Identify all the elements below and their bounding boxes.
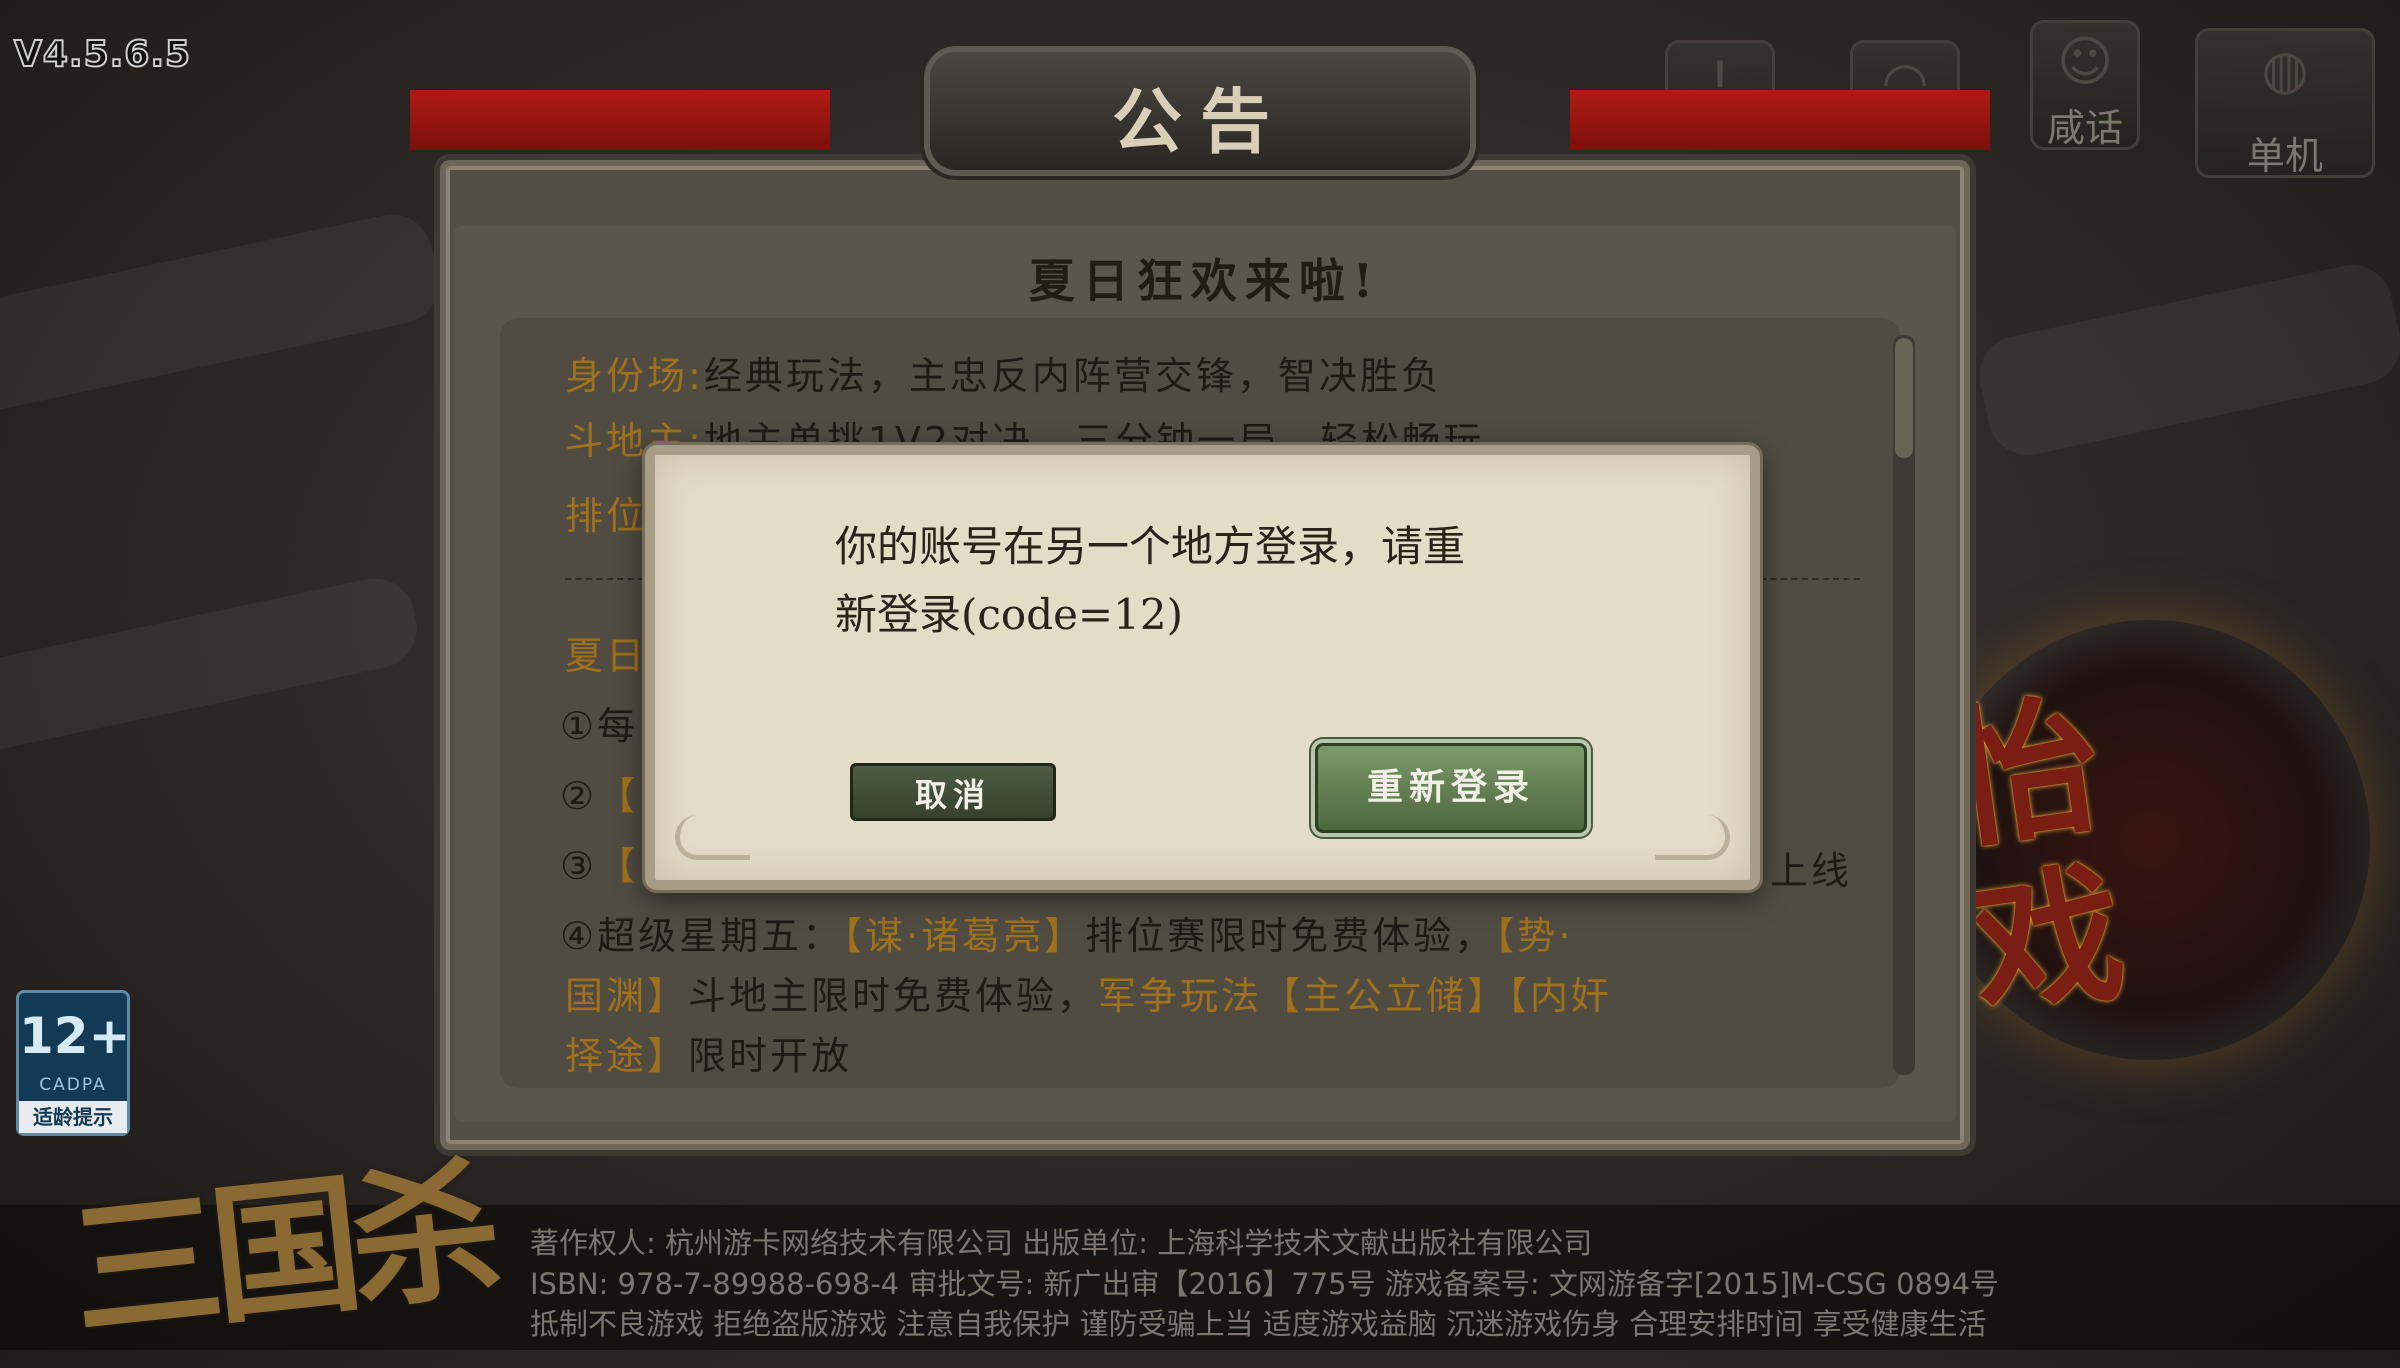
list-item: ④超级星期五：【谋·诸葛亮】排位赛限时免费体验，【势· [560,914,1574,958]
background-streak [0,207,446,423]
chat-label: 咸话 [2046,106,2123,150]
corner-ornament [675,815,750,860]
scrollbar-thumb[interactable] [1895,338,1913,458]
announcement-heading: 夏日狂欢来啦! [1028,254,1382,308]
chat-button[interactable]: ☺ 咸话 [2030,20,2140,150]
age-rating-org: CADPA [39,1075,107,1095]
background-streak [0,571,425,759]
age-rating-tip: 适龄提示 [19,1101,127,1133]
list-item: ①每 [560,704,639,748]
dialog-message: 你的账号在另一个地方登录，请重 新登录(code=12) [835,522,1466,639]
section-label: 夏日 [565,634,648,678]
red-ribbon-right [1570,90,1990,150]
gamepad-icon: ◍ [2261,38,2309,101]
list-item: ③【 [560,844,639,888]
single-player-button[interactable]: ◍ 单机 [2195,28,2375,178]
background-streak [1972,257,2400,463]
single-player-label: 单机 [2246,134,2323,178]
corner-ornament [1655,815,1730,860]
event-emblem-text: 怡戏 [1937,675,2134,1040]
mascot-icon: ☺ [2056,30,2114,93]
cancel-button[interactable]: 取消 [850,763,1056,821]
red-ribbon-left [410,90,830,150]
age-rating-badge[interactable]: 12+ CADPA 适龄提示 [16,990,130,1136]
list-item-continued: 择途】限时开放 [565,1034,853,1078]
announcement-title: 公告 [1112,80,1288,163]
list-item: ②【 [560,774,639,818]
footer-line-copyright: 著作权人: 杭州游卡网络技术有限公司 出版单位: 上海科学技术文献出版社有限公司 [530,1226,1593,1260]
divider [1760,578,1860,580]
list-item-tail: 上线 [1770,849,1853,893]
relogin-button[interactable]: 重新登录 [1315,743,1587,833]
announcement-title-plate: 公告 [930,52,1470,170]
list-item-continued: 国渊】斗地主限时免费体验，军争玩法【主公立储】【内奸 [565,974,1613,1018]
version-label: V4.5.6.5 [13,33,192,76]
relogin-dialog: 你的账号在另一个地方登录，请重 新登录(code=12) 取消 重新登录 [645,445,1760,890]
footer-line-health: 抵制不良游戏 拒绝盗版游戏 注意自我保护 谨防受骗上当 适度游戏益脑 沉迷游戏伤… [530,1307,1987,1341]
age-rating: 12+ [19,1007,131,1065]
game-logo: 三国杀 [63,1141,500,1361]
announcement-line: 排位 [565,494,648,538]
footer-line-isbn: ISBN: 978-7-89988-698-4 审批文号: 新广出审【2016】… [530,1267,1999,1301]
announcement-line: 身份场:经典玩法，主忠反内阵营交锋，智决胜负 [565,354,1442,398]
